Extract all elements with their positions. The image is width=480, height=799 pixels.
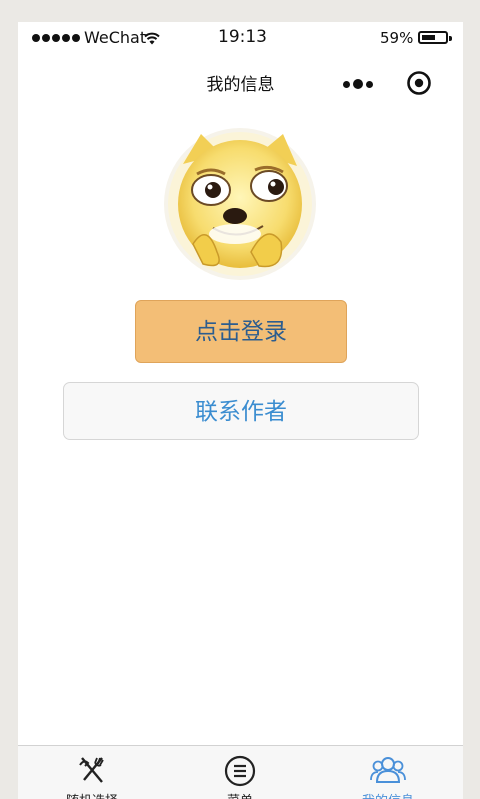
battery-percent: 59% — [380, 29, 414, 47]
doge-avatar-image — [164, 128, 316, 280]
menu-list-icon — [224, 755, 256, 787]
carrier-name: WeChat — [84, 28, 147, 47]
page-title: 我的信息 — [206, 75, 275, 95]
tab-random-choice[interactable]: 随机选择 — [18, 746, 166, 799]
tab-label-menu: 菜单 — [166, 790, 314, 799]
tab-menu[interactable]: 菜单 — [166, 746, 314, 799]
more-dots-icon — [343, 80, 350, 88]
navigation-bar: 我的信息 — [18, 58, 463, 106]
status-time: 19:13 — [218, 27, 267, 47]
close-miniprogram-button[interactable] — [404, 68, 434, 98]
more-options-button[interactable] — [338, 74, 378, 94]
contact-author-button[interactable]: 联系作者 — [63, 382, 419, 440]
status-bar: WeChat 19:13 59% — [18, 22, 463, 58]
users-icon — [370, 757, 406, 783]
tab-label-random: 随机选择 — [18, 790, 166, 799]
tab-my-info[interactable]: 我的信息 — [314, 746, 462, 799]
tab-bar: 随机选择 菜单 我的信息 — [18, 745, 463, 799]
fork-knife-icon — [79, 757, 104, 783]
login-button[interactable]: 点击登录 — [135, 300, 347, 363]
tab-label-my-info: 我的信息 — [314, 790, 462, 799]
signal-strength-icon — [32, 34, 80, 42]
phone-screen: WeChat 19:13 59% 我的信息 点击登录 联系作者 — [18, 22, 463, 799]
wifi-icon — [144, 32, 160, 45]
battery-icon — [418, 31, 452, 44]
